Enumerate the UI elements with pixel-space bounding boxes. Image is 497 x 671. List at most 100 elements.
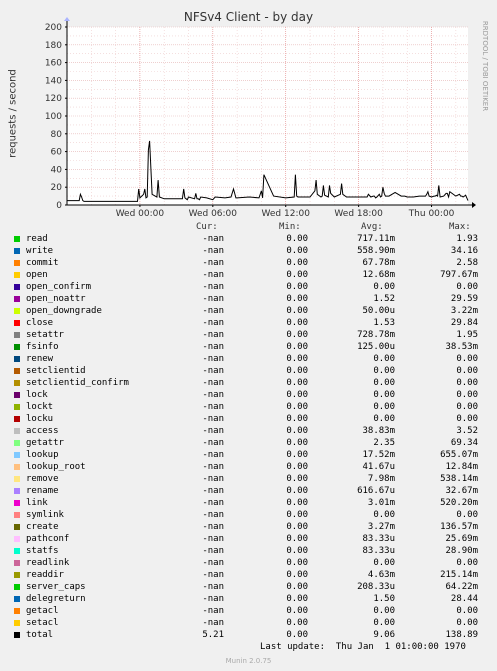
legend-row-lockt: lockt -nan 0.00 0.00 0.00 — [0, 402, 497, 414]
legend-avg-value: 0.00 — [373, 378, 395, 388]
munin-version: Munin 2.0.75 — [225, 657, 272, 665]
legend-swatch — [14, 332, 20, 338]
legend-min-value: 0.00 — [286, 570, 308, 580]
legend-min-value: 0.00 — [286, 438, 308, 448]
legend-row-fsinfo: fsinfo -nan 0.00 125.00u 38.53m — [0, 342, 497, 354]
legend-row-open_noattr: open_noattr -nan 0.00 1.52 29.59 — [0, 294, 497, 306]
legend-label: readlink — [26, 558, 70, 568]
legend-avg-value: 3.27m — [367, 522, 395, 532]
legend-min-value: 0.00 — [286, 402, 308, 412]
legend-swatch — [14, 248, 20, 254]
legend-cur-value: -nan — [202, 306, 224, 316]
legend-cur-value: -nan — [202, 258, 224, 268]
y-tick-label: 0 — [56, 201, 62, 211]
legend-swatch — [14, 284, 20, 290]
legend-avg-value: 208.33u — [357, 582, 395, 592]
legend-min-value: 0.00 — [286, 258, 308, 268]
legend-min-value: 0.00 — [286, 474, 308, 484]
legend-avg-value: 125.00u — [357, 342, 395, 352]
legend-max-value: 0.00 — [456, 366, 478, 376]
legend-max-value: 0.00 — [456, 378, 478, 388]
legend-label: read — [26, 234, 48, 244]
legend-swatch — [14, 344, 20, 350]
legend-cur-value: -nan — [202, 426, 224, 436]
legend-label: lock — [26, 390, 48, 400]
legend-swatch — [14, 416, 20, 422]
legend-cur-value: -nan — [202, 498, 224, 508]
x-tick-label: Thu 00:00 — [408, 209, 455, 219]
legend-cur-value: -nan — [202, 462, 224, 472]
legend-avg-value: 83.33u — [362, 546, 395, 556]
legend-max-value: 28.90m — [445, 546, 478, 556]
legend-cur-value: -nan — [202, 546, 224, 556]
legend-cur-value: -nan — [202, 594, 224, 604]
y-tick-label: 120 — [45, 94, 62, 104]
legend-label: setclientid_confirm — [26, 378, 129, 388]
y-tick-label: 200 — [45, 23, 62, 33]
legend-header-min: Min: — [279, 222, 301, 232]
legend-min-value: 0.00 — [286, 522, 308, 532]
legend-avg-value: 0.00 — [373, 402, 395, 412]
y-tick-label: 160 — [45, 59, 62, 69]
chart: 0 20 40 60 80 100 120 140 160 180 200 Wed 00:00 Wed … — [45, 17, 476, 219]
legend-row-symlink: symlink -nan 0.00 0.00 0.00 — [0, 510, 497, 522]
legend-swatch — [14, 452, 20, 458]
legend-row-commit: commit -nan 0.00 67.78m 2.58 — [0, 258, 497, 270]
legend-label: pathconf — [26, 534, 70, 544]
legend-cur-value: -nan — [202, 618, 224, 628]
legend-row-getacl: getacl -nan 0.00 0.00 0.00 — [0, 606, 497, 618]
legend-label: total — [26, 630, 54, 640]
legend-swatch — [14, 524, 20, 530]
legend-swatch — [14, 272, 20, 278]
legend-min-value: 0.00 — [286, 486, 308, 496]
legend-min-value: 0.00 — [286, 378, 308, 388]
legend-cur-value: -nan — [202, 450, 224, 460]
legend-cur-value: -nan — [202, 378, 224, 388]
legend-avg-value: 3.01m — [367, 498, 395, 508]
legend-row-lookup: lookup -nan 0.00 17.52m 655.07m — [0, 450, 497, 462]
legend-max-value: 538.14m — [440, 474, 478, 484]
legend-min-value: 0.00 — [286, 426, 308, 436]
legend-row-read: read -nan 0.00 717.11m 1.93 — [0, 234, 497, 246]
legend-avg-value: 2.35 — [373, 438, 395, 448]
legend-label: setattr — [26, 330, 64, 340]
legend-row-lookup_root: lookup_root -nan 0.00 41.67u 12.84m — [0, 462, 497, 474]
x-tick-label: Wed 12:00 — [262, 209, 311, 219]
legend-swatch — [14, 560, 20, 566]
legend-max-value: 1.95 — [456, 330, 478, 340]
legend-cur-value: -nan — [202, 582, 224, 592]
legend-label: close — [26, 318, 54, 328]
legend-avg-value: 1.50 — [373, 594, 395, 604]
legend-label: readdir — [26, 570, 64, 580]
legend-header-cur: Cur: — [196, 222, 218, 232]
legend-cur-value: -nan — [202, 438, 224, 448]
legend-label: symlink — [26, 510, 64, 520]
legend-min-value: 0.00 — [286, 534, 308, 544]
legend-cur-value: -nan — [202, 558, 224, 568]
legend-label: fsinfo — [26, 342, 59, 352]
legend-avg-value: 1.53 — [373, 318, 395, 328]
legend-min-value: 0.00 — [286, 582, 308, 592]
legend-label: rename — [26, 486, 59, 496]
legend-swatch — [14, 440, 20, 446]
legend-label: commit — [26, 258, 59, 268]
legend-label: lookup_root — [26, 462, 86, 472]
legend-min-value: 0.00 — [286, 234, 308, 244]
legend-row-setacl: setacl -nan 0.00 0.00 0.00 — [0, 618, 497, 630]
legend-cur-value: -nan — [202, 282, 224, 292]
legend-max-value: 1.93 — [456, 234, 478, 244]
legend-avg-value: 83.33u — [362, 534, 395, 544]
legend-header-max: Max: — [449, 222, 471, 232]
legend-cur-value: -nan — [202, 510, 224, 520]
legend-swatch — [14, 548, 20, 554]
legend-row-remove: remove -nan 0.00 7.98m 538.14m — [0, 474, 497, 486]
legend-label: open_confirm — [26, 282, 92, 292]
legend-avg-value: 50.00u — [362, 306, 395, 316]
legend-max-value: 655.07m — [440, 450, 478, 460]
legend-avg-value: 0.00 — [373, 414, 395, 424]
legend-avg-value: 0.00 — [373, 618, 395, 628]
legend-swatch — [14, 620, 20, 626]
legend-min-value: 0.00 — [286, 630, 308, 640]
x-axis-arrow — [472, 202, 476, 208]
legend-swatch — [14, 404, 20, 410]
